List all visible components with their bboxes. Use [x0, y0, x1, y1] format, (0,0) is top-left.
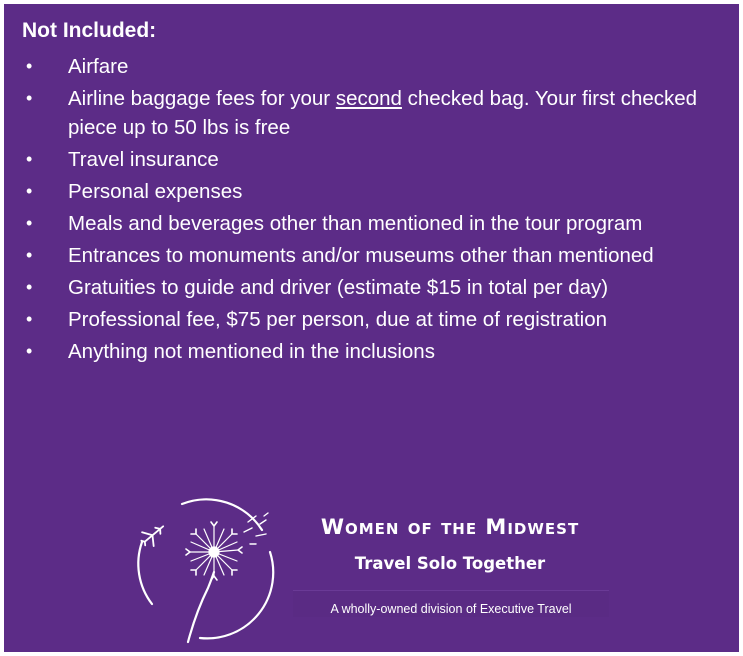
bullet-icon: •: [26, 181, 33, 201]
list-item: • Airfare: [22, 52, 727, 81]
list-item-text: Airline baggage fees for your: [68, 87, 336, 110]
underlined-word: second: [335, 87, 402, 110]
bullet-icon: •: [26, 341, 33, 361]
bullet-icon: •: [26, 309, 33, 329]
section-heading: Not Included:: [22, 19, 157, 42]
bullet-icon: •: [26, 245, 33, 265]
list-item-text: Travel insurance: [68, 148, 219, 171]
bullet-icon: •: [26, 56, 33, 76]
dandelion-logo-icon: [137, 498, 275, 644]
list-item-text: Meals and beverages other than mentioned…: [68, 212, 643, 235]
list-item: • Airline baggage fees for your second ch…: [22, 84, 727, 142]
list-item: • Personal expenses: [22, 177, 727, 206]
division-note: A wholly-owned division of Executive Tra…: [293, 590, 609, 617]
brand-block: Women of the Midwest Travel Solo Togethe…: [290, 511, 610, 575]
list-item: • Entrances to monuments and/or museums o…: [22, 241, 727, 270]
list-item-text: Entrances to monuments and/or museums ot…: [68, 244, 654, 267]
list-item-text: Professional fee, $75 per person, due at…: [68, 308, 608, 331]
not-included-panel: Not Included: • Airfare • Airline baggage …: [4, 4, 739, 652]
list-item-text: Gratuities to guide and driver (estimate…: [68, 276, 609, 299]
list-item: • Travel insurance: [22, 145, 727, 174]
brand-name: Women of the Midwest: [320, 515, 580, 539]
list-item-text: Anything not mentioned in the inclusions: [68, 340, 435, 363]
brand-tagline: Travel Solo Together: [354, 554, 546, 573]
bullet-icon: •: [26, 149, 33, 169]
bullet-icon: •: [26, 277, 33, 297]
list-item: • Professional fee, $75 per person, due a…: [22, 305, 727, 334]
bullet-icon: •: [26, 88, 33, 108]
bullet-icon: •: [26, 213, 33, 233]
list-item: • Meals and beverages other than mentione…: [22, 209, 727, 238]
list-item: • Gratuities to guide and driver (estimat…: [22, 273, 727, 302]
list-item: • Anything not mentioned in the inclusion…: [22, 337, 727, 366]
list-item-text: Personal expenses: [68, 180, 243, 203]
not-included-list: • Airfare • Airline baggage fees for your …: [22, 52, 727, 369]
list-item-text: Airfare: [68, 55, 129, 78]
